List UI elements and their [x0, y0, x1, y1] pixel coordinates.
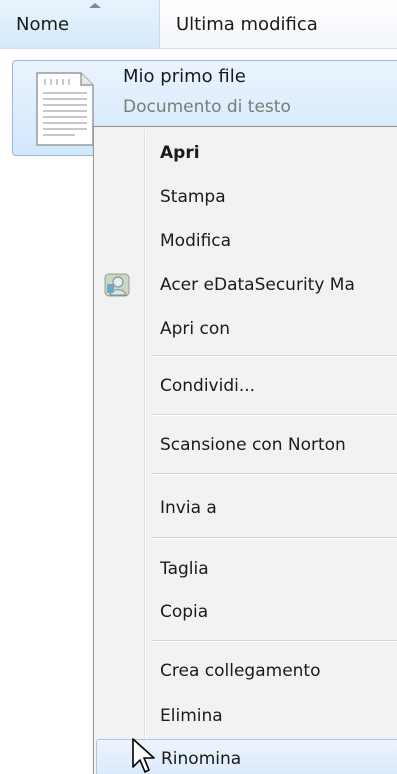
menu-separator [152, 355, 397, 357]
column-header-name-label: Nome [16, 13, 70, 35]
menu-item-share[interactable]: Condividi... [96, 366, 397, 406]
menu-separator [152, 473, 397, 475]
column-header-bar: Nome Ultima modifica [0, 0, 397, 49]
menu-item-label: Stampa [160, 187, 226, 207]
menu-item-edatasecurity[interactable]: Acer eDataSecurity Ma [96, 265, 397, 305]
menu-item-label: Taglia [160, 559, 209, 579]
menu-separator [152, 640, 397, 642]
sort-ascending-icon [89, 3, 101, 8]
menu-item-open[interactable]: Apri [96, 133, 397, 173]
edatasecurity-icon [104, 273, 130, 297]
menu-item-label: Invia a [160, 498, 217, 518]
menu-item-label: Elimina [160, 706, 223, 726]
menu-item-print[interactable]: Stampa [96, 177, 397, 217]
context-menu: Apri Stampa Modifica Acer eDataSecurity … [93, 126, 397, 774]
menu-item-label: Modifica [160, 231, 232, 251]
menu-separator [152, 414, 397, 416]
file-name: Mio primo file [123, 66, 246, 87]
menu-item-create-shortcut[interactable]: Crea collegamento [96, 651, 397, 691]
menu-item-label: Apri con [160, 319, 231, 339]
explorer-view: Nome Ultima modifica Mio primo file Docu… [0, 0, 397, 774]
menu-item-label: Copia [160, 602, 209, 622]
mouse-pointer-icon [132, 738, 155, 773]
menu-item-open-with[interactable]: Apri con [96, 309, 397, 349]
menu-item-send-to[interactable]: Invia a [96, 488, 397, 528]
column-header-modified[interactable]: Ultima modifica [160, 0, 397, 48]
file-type: Documento di testo [123, 97, 291, 117]
menu-item-cut[interactable]: Taglia [96, 549, 397, 589]
menu-item-edit[interactable]: Modifica [96, 221, 397, 261]
menu-separator [152, 537, 397, 539]
menu-item-label: Acer eDataSecurity Ma [160, 275, 355, 295]
menu-item-norton-scan[interactable]: Scansione con Norton [96, 425, 397, 465]
menu-item-label: Apri [160, 143, 200, 163]
menu-item-label: Condividi... [160, 376, 256, 396]
column-header-modified-label: Ultima modifica [176, 13, 318, 35]
column-header-name[interactable]: Nome [0, 0, 160, 48]
menu-item-label: Crea collegamento [160, 661, 321, 681]
text-document-icon [36, 72, 94, 146]
menu-item-label: Scansione con Norton [160, 435, 346, 455]
menu-item-delete[interactable]: Elimina [96, 696, 397, 736]
menu-item-copy[interactable]: Copia [96, 592, 397, 632]
menu-item-label: Rinomina [161, 749, 242, 769]
